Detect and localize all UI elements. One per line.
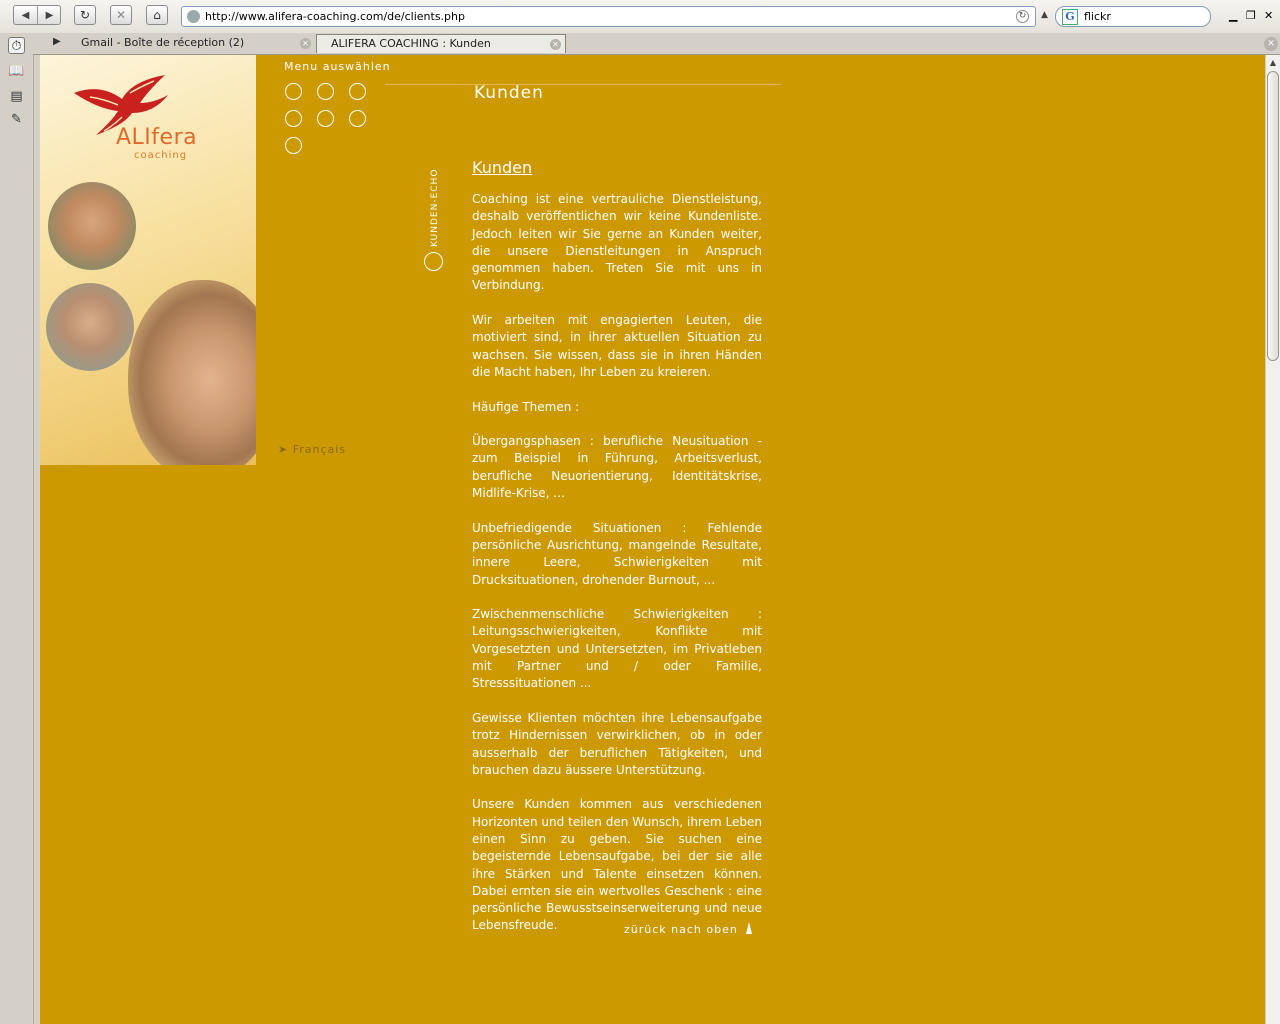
content-heading: Kunden [472,158,533,177]
language-link-label: Français [292,443,347,456]
tab-alifera[interactable]: ALIFERA COACHING : Kunden ✕ [316,34,566,53]
forward-icon[interactable]: ▶ [38,6,61,24]
kunden-echo-circle-button[interactable] [424,252,443,271]
page-viewport: ALIfera coaching Menu auswählen ➤ França… [40,55,1265,1024]
paragraph: Unsere Kunden kommen aus verschiedenen H… [472,797,762,933]
restore-icon[interactable]: ❐ [1246,9,1256,22]
site-icon [187,10,200,23]
close-icon[interactable]: ✕ [550,39,561,50]
tab-list-arrow-icon[interactable]: ▶ [53,36,61,47]
tools-icon[interactable]: ✎ [8,111,25,128]
nav-circle-button[interactable] [317,83,334,100]
paragraph: Zwischenmenschliche Schwierigkeiten : Le… [472,607,762,691]
close-window-icon[interactable]: ✕ [1264,9,1273,22]
timer-icon[interactable]: ⏱ [8,37,25,54]
logo-text: ALIfera [116,125,198,150]
search-box[interactable]: G flickr [1055,6,1211,27]
bookmarks-icon[interactable]: 📖 [8,63,25,80]
up-arrow-icon [745,922,752,934]
paragraph: Übergangsphasen : berufliche Neusituatio… [472,434,762,501]
paragraph: Unbefriedigende Situationen : Fehlende p… [472,520,762,587]
main-content: Kunden Coaching ist eine vertrauliche Di… [472,158,762,952]
tab-label: Gmail - Boîte de réception (2) [81,36,245,49]
nav-circle-button[interactable] [285,83,302,100]
nav-circle-button[interactable] [349,83,366,100]
minimize-icon[interactable]: ▁ [1229,9,1237,22]
kunden-echo-link[interactable]: KUNDEN-ECHO [428,165,442,249]
portrait-photo [46,283,134,371]
browser-sidebar: ⏱ 📖 ▤ ✎ [0,33,34,1024]
page-title: Kunden [474,83,544,103]
nav-circle-button[interactable] [317,110,334,127]
google-icon: G [1062,9,1078,25]
divider [385,84,781,85]
paragraph: Häufige Themen : [472,399,580,414]
browser-toolbar: ◀ ▶ ↻ ✕ ⌂ http://www.alifera-coaching.co… [0,0,1280,34]
nav-button-group: ◀ ▶ [13,5,61,25]
paragraph: Coaching ist eine vertrauliche Dienstlei… [472,192,762,293]
back-to-top-link[interactable]: zürück nach oben [624,922,752,936]
scroll-up-icon[interactable]: ▲ [1266,55,1280,70]
nav-circle-button[interactable] [285,110,302,127]
back-to-top-label: zürück nach oben [624,923,738,936]
portrait-photo [48,182,136,270]
tab-bar: ▶ Gmail - Boîte de réception (2) ✕ ALIFE… [33,33,1280,55]
url-text[interactable]: http://www.alifera-coaching.com/de/clien… [205,10,465,23]
search-engine-dropdown-icon[interactable]: ▲ [1041,10,1048,20]
nav-circle-button[interactable] [285,137,302,154]
vertical-label: KUNDEN-ECHO [430,168,440,247]
logo-subtitle: coaching [134,150,188,161]
tab-gmail[interactable]: Gmail - Boîte de réception (2) ✕ [67,34,315,53]
search-input[interactable]: flickr [1084,10,1111,23]
close-icon[interactable]: ✕ [300,38,311,49]
paragraph: Gewisse Klienten möchten ihre Lebensaufg… [472,710,762,777]
back-icon[interactable]: ◀ [14,6,38,24]
reload-icon[interactable]: ↻ [74,5,96,25]
address-bar[interactable]: http://www.alifera-coaching.com/de/clien… [181,6,1036,27]
close-tab-icon[interactable]: ✕ [1264,37,1278,51]
scroll-thumb[interactable] [1267,71,1279,361]
portrait-photo [128,280,256,465]
stop-icon[interactable]: ✕ [110,5,132,25]
language-link[interactable]: ➤ Français [278,443,346,456]
header-photo-collage: ALIfera coaching [40,55,256,465]
arrow-icon: ➤ [278,443,293,456]
nav-circle-button[interactable] [349,110,366,127]
menu-title: Menu auswählen [284,60,391,73]
home-icon[interactable]: ⌂ [146,5,168,25]
vertical-scrollbar[interactable]: ▲ [1265,55,1280,1024]
tab-label: ALIFERA COACHING : Kunden [331,37,491,50]
rss-icon[interactable]: ▤ [8,88,25,105]
go-icon[interactable]: ↻ [1016,10,1029,23]
paragraph: Wir arbeiten mit engagierten Leuten, die… [472,313,762,379]
